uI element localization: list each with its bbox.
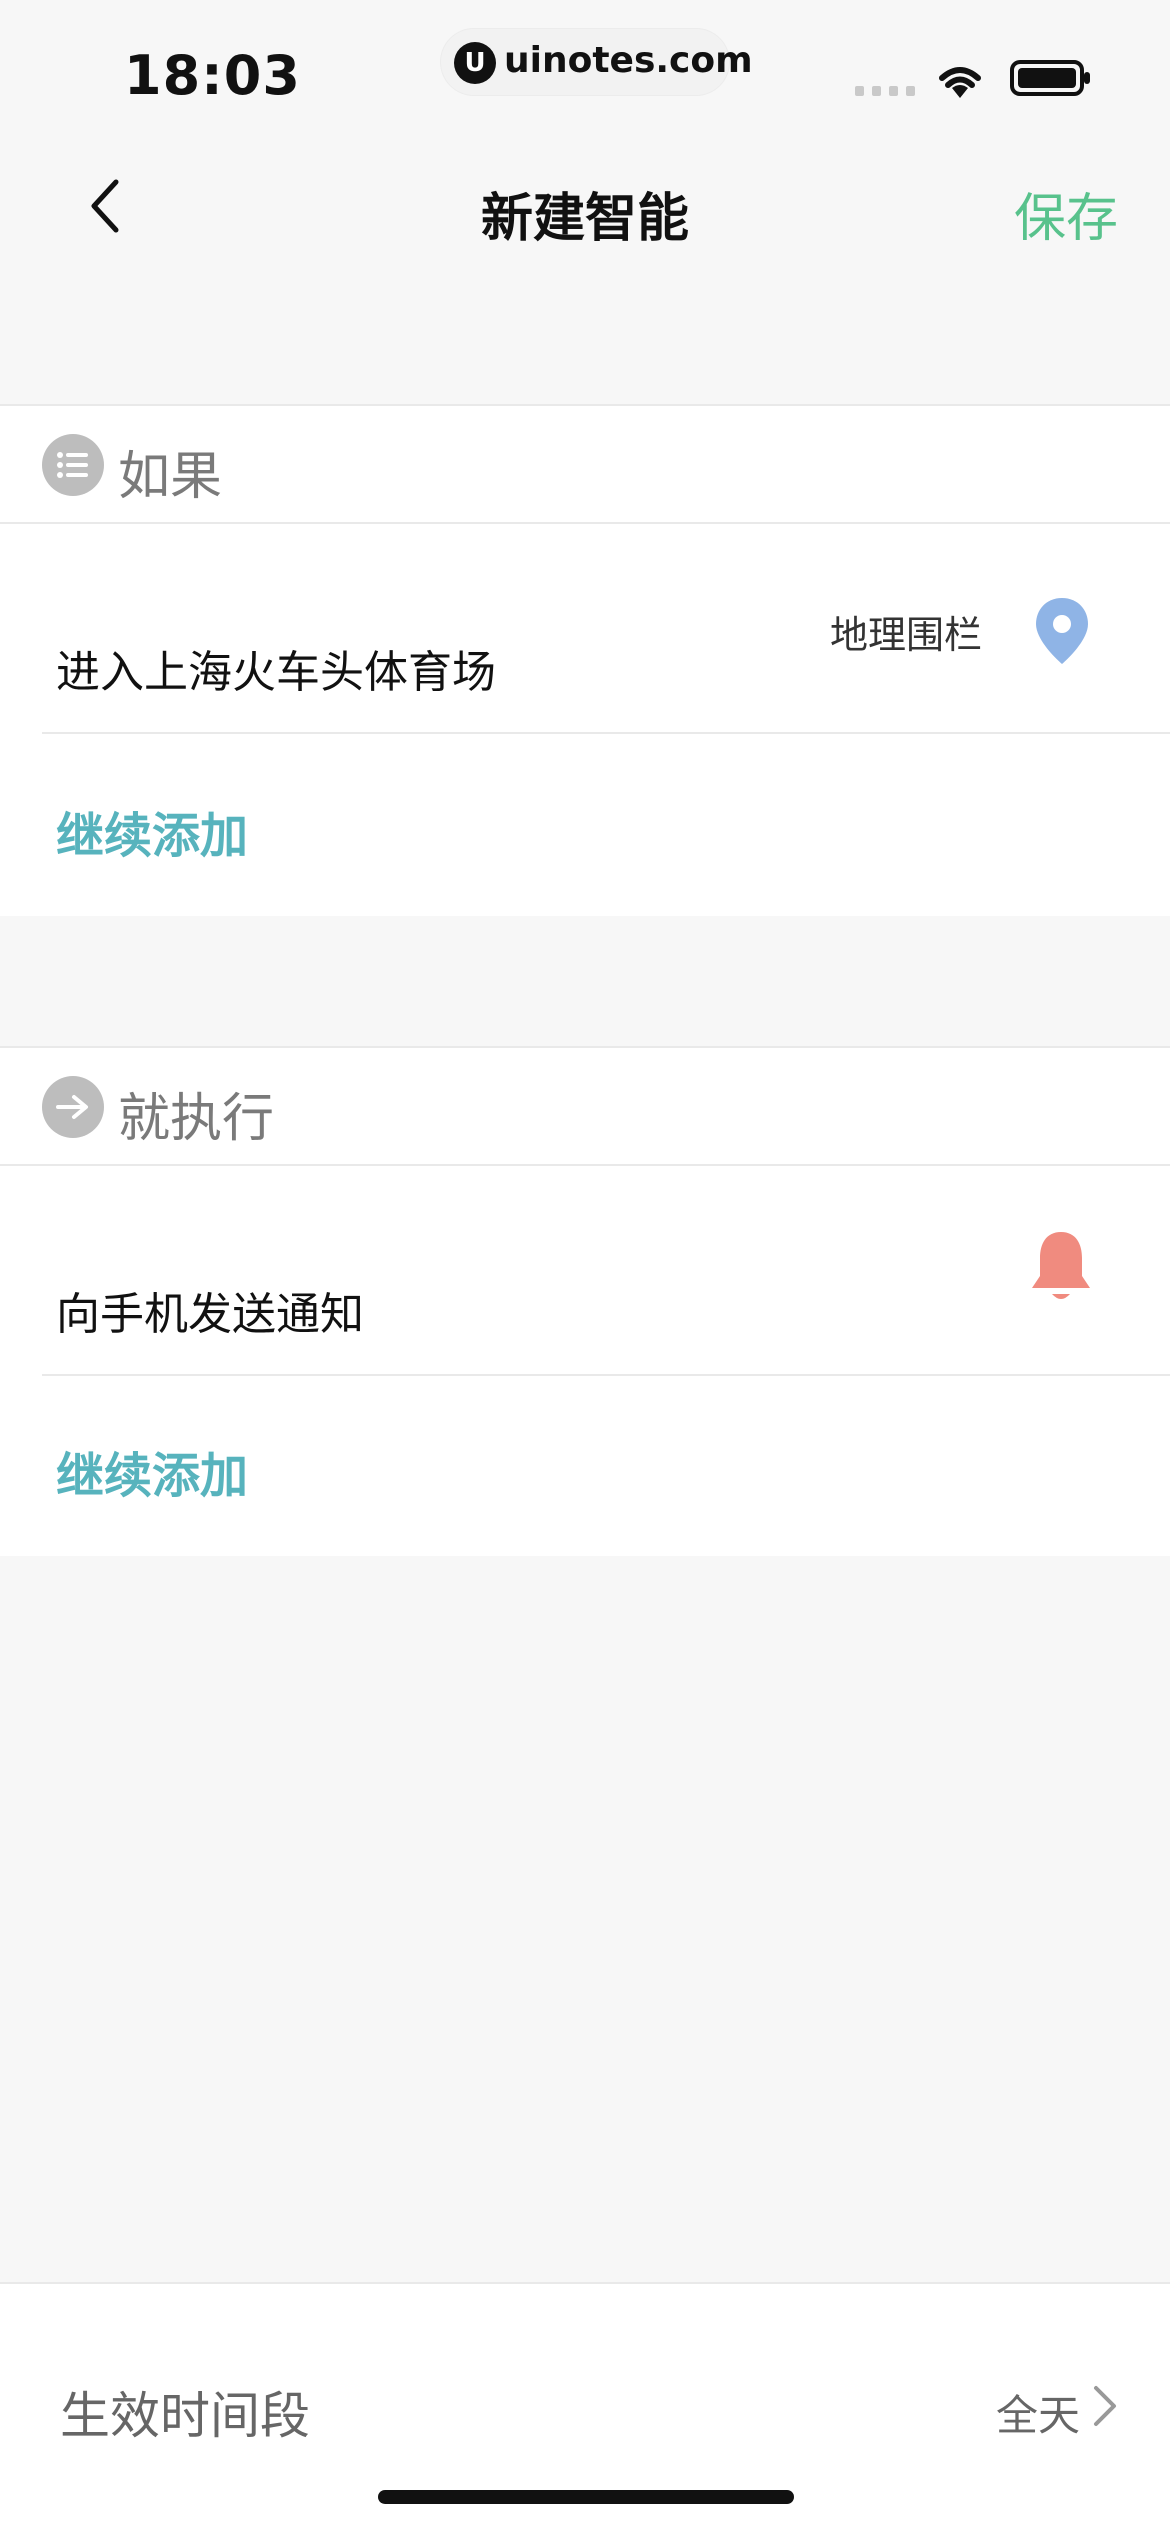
watermark-text: uinotes.com <box>504 40 753 81</box>
section-divider <box>0 1164 1170 1166</box>
effective-time-label[interactable]: 生效时间段 <box>60 2376 310 2448</box>
wifi-icon <box>939 67 981 98</box>
divider <box>0 2282 1170 2284</box>
chevron-right-icon[interactable] <box>1092 2384 1118 2428</box>
divider <box>0 1046 1170 1048</box>
arrow-right-icon <box>42 1076 104 1138</box>
signal-dots-icon <box>855 86 915 96</box>
then-section-title: 就执行 <box>118 1089 275 1149</box>
divider <box>0 404 1170 406</box>
trigger-row-label[interactable]: 进入上海火车头体育场 <box>56 636 496 700</box>
page-title: 新建智能 <box>480 189 689 249</box>
status-time: 18:03 <box>124 44 301 107</box>
trigger-row-tag: 地理围栏 <box>829 613 982 657</box>
home-indicator <box>378 2490 794 2504</box>
if-section-title: 如果 <box>118 447 223 507</box>
save-button[interactable]: 保存 <box>1014 176 1118 251</box>
section-divider <box>0 522 1170 524</box>
list-glyph <box>57 452 88 478</box>
list-icon <box>42 434 104 496</box>
row-divider <box>42 732 1170 734</box>
if-add-button[interactable]: 继续添加 <box>56 796 248 866</box>
effective-time-value[interactable]: 全天 <box>996 2382 1080 2443</box>
action-row-label[interactable]: 向手机发送通知 <box>56 1278 364 1342</box>
arrow-glyph <box>56 1095 88 1119</box>
row-divider <box>42 1374 1170 1376</box>
then-add-button[interactable]: 继续添加 <box>56 1436 248 1506</box>
location-pin-icon <box>1036 598 1088 664</box>
bell-icon <box>1032 1232 1090 1299</box>
battery-icon <box>1010 60 1090 96</box>
watermark-logo: U <box>454 42 496 84</box>
